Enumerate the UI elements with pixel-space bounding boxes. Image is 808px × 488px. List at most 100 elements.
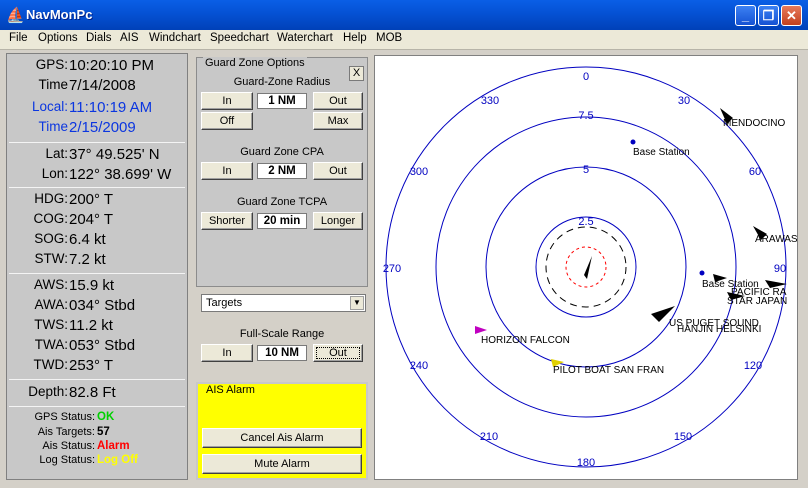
guard-zone-ring (565, 246, 607, 288)
ais-radar-display[interactable]: 0 30 60 90 120 150 180 210 240 270 300 3… (374, 55, 798, 480)
bearing-label: 120 (744, 360, 762, 372)
local-date-label: Time (38, 119, 69, 134)
vessel-icon[interactable] (475, 326, 487, 334)
ring-label: 7.5 (578, 110, 593, 122)
tws-label: TWS: (34, 317, 68, 332)
divider (9, 406, 185, 407)
window-title: NavMonPc (26, 7, 93, 22)
gps-time-label: GPS: (35, 57, 68, 72)
lon-label: Lon: (41, 166, 68, 181)
tcpa-shorter-button[interactable]: Shorter (201, 212, 253, 230)
twa-label: TWA: (34, 337, 68, 352)
ais-target-label[interactable]: ARAWASHI (755, 234, 797, 245)
cpa-ring (545, 226, 627, 308)
local-time-label: Local: (31, 99, 68, 114)
aws-label: AWS: (33, 277, 68, 292)
ais-target-label[interactable]: HORIZON FALCON (481, 335, 570, 346)
log-status-label: Log Status: (39, 454, 95, 466)
ring-label: 5 (583, 164, 589, 176)
cog-value: 204° T (69, 211, 114, 228)
range-value: 10 NM (257, 345, 307, 361)
menu-help[interactable]: Help (343, 32, 367, 44)
chevron-down-icon[interactable]: ▼ (350, 296, 364, 310)
cancel-ais-alarm-button[interactable]: Cancel Ais Alarm (202, 428, 362, 448)
ais-status-value: Alarm (97, 440, 130, 452)
gps-date-label: Time (38, 77, 69, 92)
maximize-icon[interactable]: ❐ (758, 5, 779, 26)
bearing-label: 150 (674, 431, 692, 443)
awa-label: AWA: (34, 297, 69, 312)
guard-off-button[interactable]: Off (201, 112, 253, 130)
bearing-label: 90 (774, 263, 786, 275)
minimize-icon[interactable]: _ (735, 5, 756, 26)
own-ship-icon (584, 256, 592, 279)
close-icon[interactable]: ✕ (781, 5, 802, 26)
ais-target-label[interactable]: STAR JAPAN (727, 296, 787, 307)
cpa-out-button[interactable]: Out (313, 162, 363, 180)
targets-select-value: Targets (206, 297, 243, 309)
base-station-marker[interactable] (630, 139, 636, 145)
lat-value: 37° 49.525' N (69, 146, 160, 163)
ais-target-label[interactable]: MENDOCINO (723, 118, 785, 129)
lat-label: Lat: (45, 146, 68, 161)
guard-cpa-title: Guard Zone CPA (240, 146, 324, 158)
guard-radius-title: Guard-Zone Radius (233, 76, 331, 88)
ais-targets-label: Ais Targets: (37, 426, 95, 438)
menu-waterchart[interactable]: Waterchart (277, 32, 333, 44)
divider (9, 142, 185, 143)
bearing-label: 0 (583, 71, 589, 83)
stw-value: 7.2 kt (69, 251, 106, 268)
radius-in-button[interactable]: In (201, 92, 253, 110)
local-date-value: 2/15/2009 (69, 119, 136, 136)
radius-value: 1 NM (257, 93, 307, 109)
menu-mob[interactable]: MOB (376, 32, 402, 44)
cpa-in-button[interactable]: In (201, 162, 253, 180)
bearing-label: 240 (410, 360, 428, 372)
bearing-label: 210 (480, 431, 498, 443)
menu-file[interactable]: File (9, 32, 28, 44)
gps-time-value: 10:20:10 PM (69, 57, 155, 74)
menu-dials[interactable]: Dials (86, 32, 112, 44)
mute-alarm-button[interactable]: Mute Alarm (202, 454, 362, 474)
menu-bar: File Options Dials AIS Windchart Speedch… (0, 30, 808, 50)
menu-ais[interactable]: AIS (120, 32, 139, 44)
range-ring-2-5 (535, 216, 637, 318)
bearing-label: 30 (678, 95, 690, 107)
targets-select[interactable]: Targets ▼ (201, 294, 366, 312)
sog-value: 6.4 kt (69, 231, 106, 248)
bearing-label: 60 (749, 166, 761, 178)
range-out-button[interactable]: Out (313, 344, 363, 362)
gps-status-value: OK (97, 411, 115, 423)
twd-label: TWD: (33, 357, 69, 372)
ais-target-label[interactable]: HANJIN HELSINKI (677, 324, 761, 335)
menu-options[interactable]: Options (38, 32, 78, 44)
ais-alarm-panel: AIS Alarm Cancel Ais Alarm Mute Alarm (196, 382, 368, 480)
cpa-value: 2 NM (257, 163, 307, 179)
radius-out-button[interactable]: Out (313, 92, 363, 110)
local-time-value: 11:10:19 AM (69, 99, 153, 116)
bearing-label: 270 (383, 263, 401, 275)
ais-targets-value: 57 (97, 426, 110, 438)
guard-max-button[interactable]: Max (313, 112, 363, 130)
tcpa-value: 20 min (257, 213, 307, 229)
title-bar: ⛵ NavMonPc _ ❐ ✕ (0, 0, 808, 30)
depth-value: 82.8 Ft (69, 384, 116, 401)
guard-zone-panel: Guard Zone Options X Guard-Zone Radius I… (196, 57, 368, 287)
radar-svg: 0 30 60 90 120 150 180 210 240 270 300 3… (383, 66, 797, 469)
ais-target-label[interactable]: PILOT BOAT SAN FRAN (553, 365, 664, 376)
divider (9, 273, 185, 274)
tcpa-longer-button[interactable]: Longer (313, 212, 363, 230)
gps-status-label: GPS Status: (34, 411, 95, 423)
base-station-marker[interactable] (699, 270, 705, 276)
bearing-label: 300 (410, 166, 428, 178)
menu-speedchart[interactable]: Speedchart (210, 32, 269, 44)
ais-alarm-title: AIS Alarm (204, 384, 257, 396)
divider (9, 187, 185, 188)
guard-tcpa-title: Guard Zone TCPA (236, 196, 328, 208)
instrument-panel: GPS: 10:20:10 PM Time 7/14/2008 Local: 11:1… (6, 53, 188, 480)
range-in-button[interactable]: In (201, 344, 253, 362)
menu-windchart[interactable]: Windchart (149, 32, 201, 44)
cog-label: COG: (33, 211, 68, 226)
ais-target-label[interactable]: Base Station (633, 147, 690, 158)
lon-value: 122° 38.699' W (69, 166, 172, 183)
